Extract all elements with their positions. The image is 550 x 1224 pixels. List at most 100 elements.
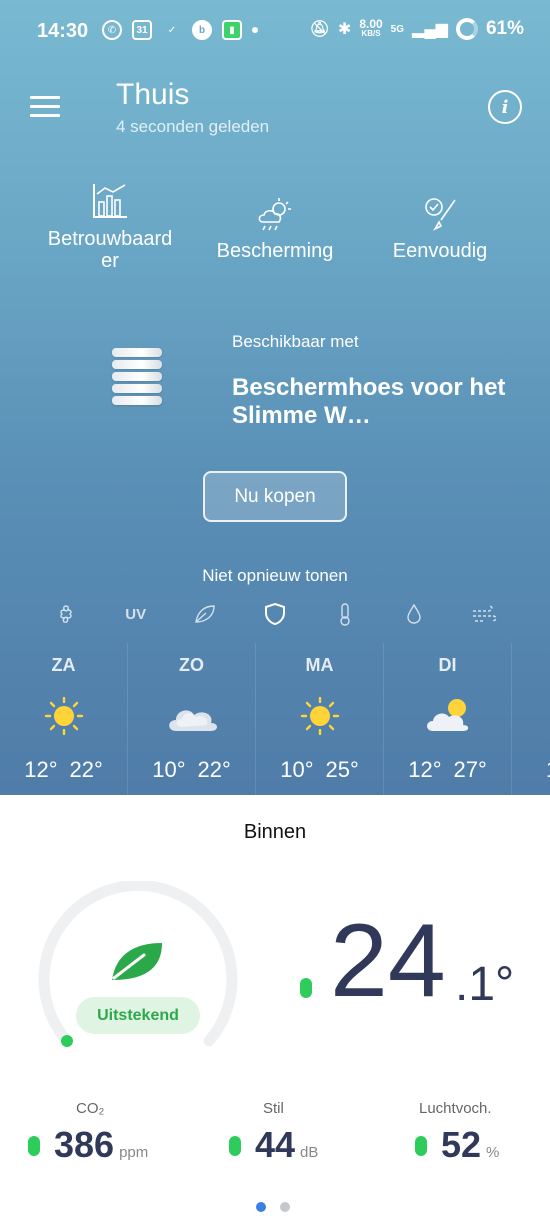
feature-label: Betrouwbaarder: [47, 228, 173, 272]
feature-simple: Eenvoudig: [380, 196, 500, 262]
metric-label: Stil: [263, 1100, 284, 1117]
mute-icon: 🔕︎: [309, 21, 330, 38]
temp-max: 22°: [69, 757, 103, 782]
sun-icon: [0, 695, 127, 737]
metric-value: 44 dB: [255, 1124, 318, 1166]
app-icon: b: [192, 20, 212, 40]
temperature-decimal: .1°: [455, 958, 515, 1011]
temp-max: 27°: [453, 757, 487, 782]
temp-max: 25°: [325, 757, 359, 782]
leaf-icon: [112, 943, 162, 980]
metric-label: CO₂: [76, 1100, 105, 1117]
speed-unit: KB/S: [361, 29, 381, 38]
temp-min: 10°: [280, 757, 314, 782]
dont-show-again-link[interactable]: Niet opnieuw tonen: [0, 566, 550, 586]
temp-min: 10°: [152, 757, 186, 782]
temp-min: 12°: [408, 757, 442, 782]
air-quality-gauge: [38, 881, 238, 1047]
forecast-day[interactable]: ZA 12° 22°: [0, 643, 128, 795]
temperature-value: 24: [330, 903, 446, 1019]
network-type: 5G: [390, 23, 405, 35]
day-name: ZO: [179, 655, 204, 675]
feature-reliable: Betrouwbaarder: [44, 182, 176, 272]
send-icon: ✓: [167, 24, 177, 36]
day-temps: 10° 25°: [256, 757, 383, 783]
page-title: Thuis: [116, 78, 190, 111]
status-bar: 14:30 ✆ 31 ✓ b ▮ 🔕︎ ✱ 8.00 KB/S 5G ▂▄▆ 61…: [0, 0, 550, 64]
value: 52: [441, 1124, 482, 1165]
thermometer-icon[interactable]: [329, 598, 361, 630]
sun-icon: [256, 695, 383, 737]
day-temps: 10° 22°: [128, 757, 255, 783]
day-name: DI: [438, 655, 457, 675]
wind-icon[interactable]: [468, 598, 500, 630]
metric-value: 386 ppm: [54, 1124, 148, 1166]
section-title: Binnen: [243, 821, 307, 843]
settings-flower-icon[interactable]: [50, 598, 82, 630]
system-icons: 🔕︎ ✱ 8.00 KB/S 5G ▂▄▆ 61%: [310, 18, 524, 40]
page-dot-active[interactable]: [256, 1202, 266, 1212]
temp-min: 12°: [24, 757, 58, 782]
more-notifications-dot: [252, 27, 258, 33]
weather-panel: 14:30 ✆ 31 ✓ b ▮ 🔕︎ ✱ 8.00 KB/S 5G ▂▄▆ 61…: [0, 0, 550, 795]
promo-title: Beschermhoes voor het Slimme W…: [232, 374, 506, 429]
battery-saver-icon: ▮: [222, 20, 242, 40]
day-name: MA: [305, 655, 334, 675]
forecast-day[interactable]: 13: [512, 643, 550, 795]
value: 44: [255, 1124, 296, 1165]
unit: dB: [300, 1144, 319, 1161]
air-quality-badge: Uitstekend: [76, 997, 200, 1034]
battery-percent: 61%: [485, 18, 524, 39]
value: 386: [54, 1124, 115, 1165]
forecast-day[interactable]: ZO 10° 22°: [128, 643, 256, 795]
menu-icon[interactable]: [30, 96, 60, 118]
tools-icon: [425, 198, 456, 231]
status-dot: [415, 1136, 427, 1156]
temp-min: 13: [546, 757, 550, 782]
page-indicator[interactable]: [256, 1202, 290, 1212]
leaf-icon[interactable]: [189, 598, 221, 630]
promo-kicker: Beschikbaar met: [232, 332, 359, 351]
metric-value: 52%: [441, 1124, 499, 1166]
tab-uv[interactable]: UV: [120, 598, 152, 630]
day-name: ZA: [51, 655, 76, 675]
metric-label: Luchtvoch.: [419, 1100, 492, 1117]
temp-max: 22°: [197, 757, 231, 782]
sun-icon: [512, 695, 550, 737]
status-dot: [229, 1136, 241, 1156]
whatsapp-icon: ✆: [102, 20, 122, 40]
forecast-day[interactable]: DI 12° 27°: [384, 643, 512, 795]
feature-protection: Bescherming: [205, 196, 345, 262]
network-speed: 8.00 KB/S: [359, 18, 382, 39]
page-dot[interactable]: [280, 1202, 290, 1212]
indoor-panel: Binnen Uitstekend 24 .1° CO₂ 386 ppm Stil…: [0, 795, 550, 1224]
battery-icon: [455, 18, 478, 40]
partly-cloudy-icon: [384, 695, 511, 737]
protective-cover-image: [112, 348, 162, 414]
unit: ppm: [119, 1144, 149, 1161]
day-temps: 12° 22°: [0, 757, 127, 783]
cloud-icon: [128, 695, 255, 737]
buy-now-button[interactable]: Nu kopen: [203, 471, 347, 522]
weather-shield-icon: [258, 198, 291, 231]
feature-label: Bescherming: [216, 240, 334, 262]
status-time: 14:30: [37, 20, 89, 42]
day-temps: 12° 27°: [384, 757, 511, 783]
metric-tabs: UV: [50, 598, 500, 630]
status-dot: [28, 1136, 40, 1156]
last-updated: 4 seconden geleden: [116, 117, 270, 136]
chart-icon: [93, 184, 127, 218]
forecast-day[interactable]: MA 10° 25°: [256, 643, 384, 795]
day-temps: 13: [512, 757, 550, 783]
drop-icon[interactable]: [398, 598, 430, 630]
feature-label: Eenvoudig: [392, 240, 488, 262]
bluetooth-icon: ✱: [337, 21, 352, 38]
notification-icons: ✆ 31 ✓ b ▮: [102, 20, 258, 40]
unit: %: [486, 1144, 500, 1161]
temperature-status-dot: [300, 978, 312, 998]
signal-icon: ▂▄▆: [412, 21, 448, 38]
calendar-icon: 31: [132, 20, 152, 40]
shield-icon[interactable]: [259, 598, 291, 630]
info-icon[interactable]: i: [488, 90, 522, 124]
daily-forecast[interactable]: ZA 12° 22° ZO 10° 22° MA 10° 25° DI 12°: [0, 643, 550, 795]
